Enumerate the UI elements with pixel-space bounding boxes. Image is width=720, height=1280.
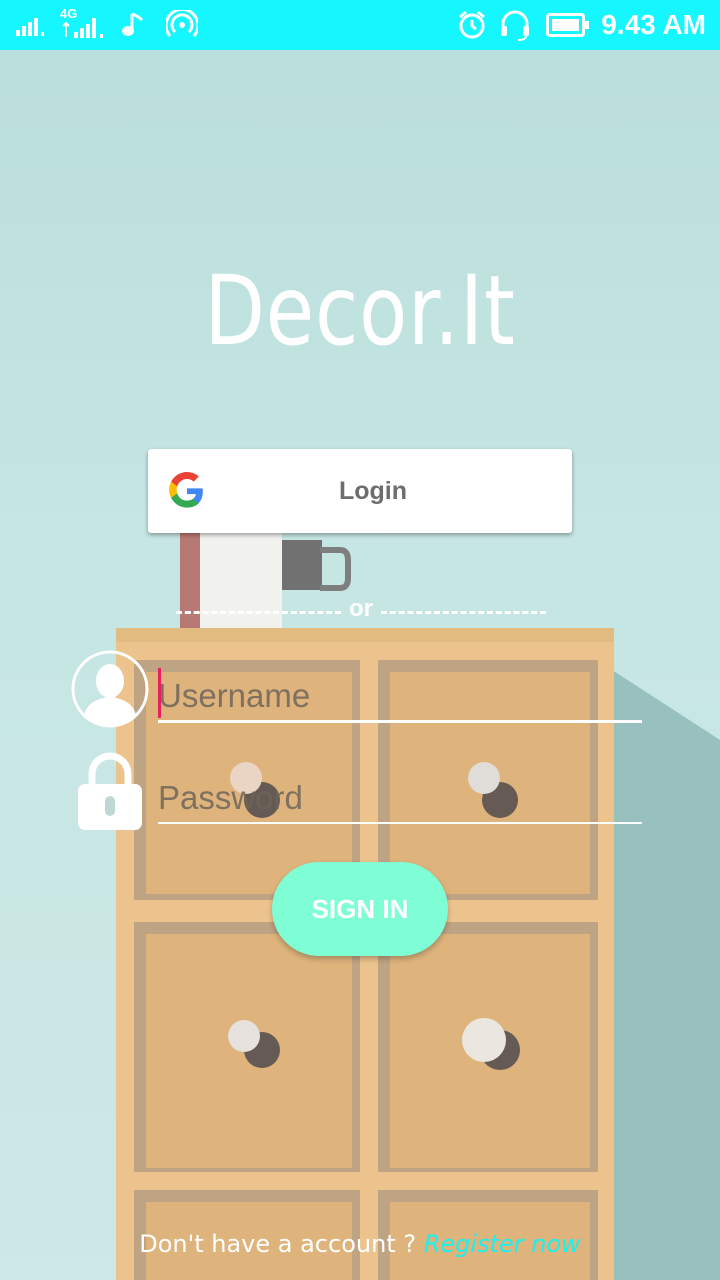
battery-icon [546,13,589,37]
status-bar: 4G 9.43 AM [0,0,720,50]
username-input[interactable] [158,668,642,724]
app-title: Decor.It [204,255,516,367]
status-time: 9.43 AM [601,9,706,40]
user-avatar-icon [71,650,149,728]
register-prompt: Don't have a account ? Register now [0,1230,720,1258]
google-icon [169,472,203,508]
4g-signal-icon: 4G [58,6,110,42]
password-underline [158,822,642,824]
or-divider: or [176,595,546,626]
or-text: or [349,595,373,622]
headset-icon [501,10,529,41]
register-now-link[interactable]: Register now [424,1230,581,1258]
signal-icon [16,18,44,36]
username-underline [158,720,642,723]
hotspot-icon [166,10,198,37]
google-login-label: Login [338,477,408,505]
text-caret [158,668,161,718]
password-input[interactable] [158,770,642,826]
lock-icon [78,752,142,830]
music-note-icon [122,12,144,36]
register-prompt-text: Don't have a account ? [139,1230,417,1258]
divider-line-left [176,610,341,614]
sign-in-button[interactable]: SIGN IN [272,862,448,956]
google-login-button[interactable]: Login [148,449,572,533]
divider-line-right [381,610,546,614]
alarm-icon [459,10,485,39]
